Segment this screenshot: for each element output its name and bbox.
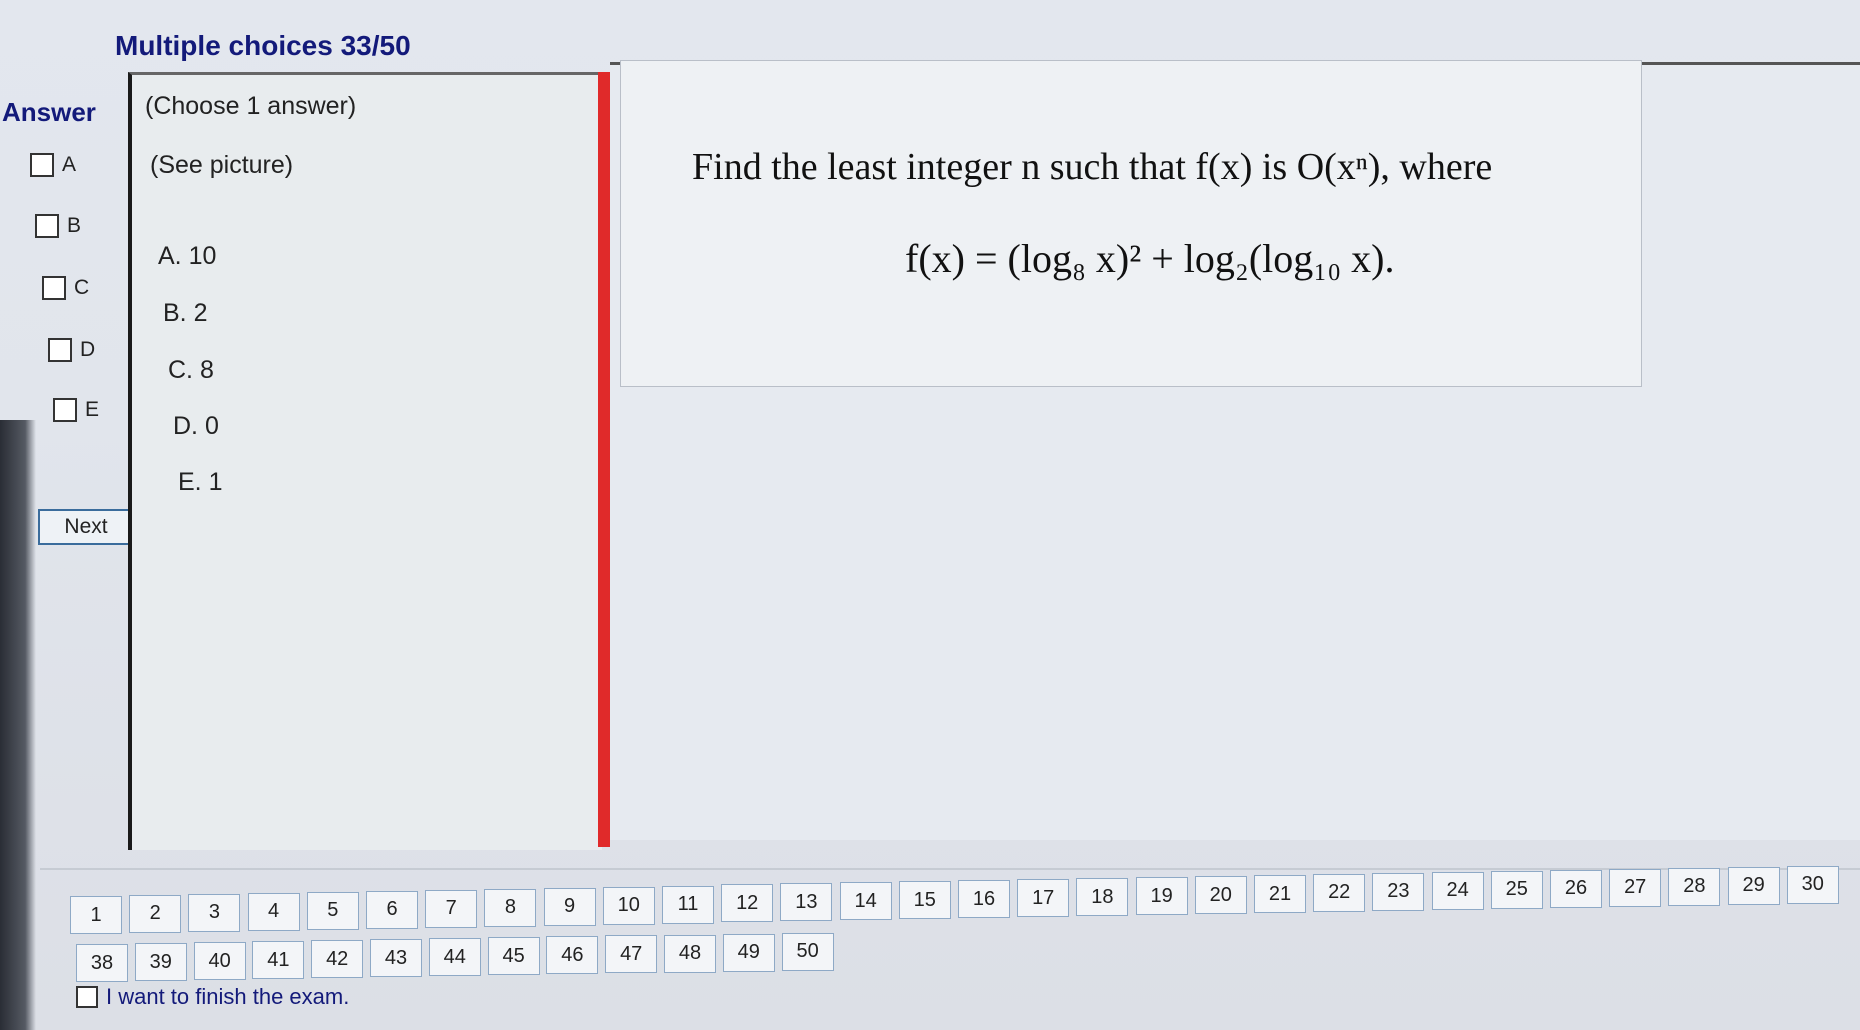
- answer-option-e[interactable]: E: [53, 398, 99, 422]
- choice-b-text: B. 2: [163, 299, 208, 327]
- question-nav-button[interactable]: 11: [662, 885, 714, 924]
- question-picture: [620, 60, 1642, 387]
- question-nav-button[interactable]: 19: [1135, 877, 1188, 916]
- question-nav-button[interactable]: 15: [898, 881, 951, 920]
- question-nav-button[interactable]: 21: [1254, 875, 1306, 913]
- question-nav-button[interactable]: 23: [1372, 872, 1425, 911]
- question-nav-button[interactable]: 43: [370, 939, 422, 978]
- answer-label: Answer: [2, 97, 96, 127]
- question-nav-button[interactable]: 28: [1668, 867, 1721, 906]
- question-formula: f(x) = (log₈ x)² + log₂(log₁₀ x).: [905, 236, 1395, 281]
- question-nav-button[interactable]: 30: [1786, 865, 1839, 904]
- checkbox-icon[interactable]: [48, 338, 72, 362]
- question-nav-button[interactable]: 4: [247, 892, 300, 931]
- question-nav-button[interactable]: 14: [839, 882, 892, 921]
- checkbox-icon[interactable]: [35, 214, 59, 238]
- next-button[interactable]: Next: [38, 509, 134, 545]
- checkbox-icon[interactable]: [42, 276, 66, 300]
- question-nav-button[interactable]: 41: [252, 941, 305, 980]
- question-nav-button[interactable]: 50: [781, 932, 834, 971]
- panel-divider[interactable]: [598, 72, 610, 847]
- question-nav-button[interactable]: 25: [1490, 870, 1543, 909]
- question-nav-button[interactable]: 49: [722, 933, 775, 972]
- question-nav-button[interactable]: 22: [1313, 873, 1366, 912]
- choices-panel: [128, 72, 602, 850]
- question-nav-button[interactable]: 5: [306, 891, 359, 930]
- question-nav-button[interactable]: 6: [366, 890, 418, 929]
- question-nav-button[interactable]: 44: [428, 938, 481, 977]
- monitor-bezel: [0, 420, 36, 1030]
- answer-option-a[interactable]: A: [30, 153, 76, 177]
- question-nav-button[interactable]: 8: [484, 888, 537, 927]
- question-nav-button[interactable]: 20: [1194, 876, 1247, 915]
- question-nav-button[interactable]: 45: [487, 937, 540, 976]
- question-nav-button[interactable]: 2: [129, 894, 182, 933]
- answer-option-label: A: [62, 153, 77, 176]
- checkbox-icon[interactable]: [30, 153, 54, 177]
- question-nav-button[interactable]: 1: [70, 896, 122, 934]
- question-nav-button[interactable]: 24: [1431, 871, 1484, 910]
- checkbox-icon[interactable]: [53, 398, 77, 422]
- question-nav-button[interactable]: 12: [721, 884, 774, 923]
- question-text: Find the least integer n such that f(x) …: [692, 146, 1493, 188]
- question-nav-button[interactable]: 13: [780, 883, 833, 922]
- question-nav-button[interactable]: 39: [134, 943, 187, 982]
- question-nav-button[interactable]: 16: [958, 880, 1010, 919]
- question-nav-button[interactable]: 26: [1550, 869, 1602, 908]
- question-nav-button[interactable]: 29: [1727, 866, 1780, 905]
- question-nav-button[interactable]: 3: [188, 893, 241, 932]
- see-picture-text: (See picture): [150, 151, 294, 179]
- question-nav-button[interactable]: 46: [546, 936, 599, 975]
- question-nav-button[interactable]: 38: [76, 944, 128, 982]
- question-nav-button[interactable]: 48: [664, 934, 716, 973]
- answer-option-label: E: [85, 398, 100, 421]
- finish-exam-label: I want to finish the exam.: [106, 984, 350, 1009]
- choice-d-text: D. 0: [173, 412, 219, 440]
- choice-c-text: C. 8: [168, 356, 214, 384]
- question-nav-button[interactable]: 18: [1076, 878, 1129, 917]
- question-nav-button[interactable]: 42: [311, 940, 364, 979]
- answer-option-label: D: [80, 338, 96, 361]
- checkbox-icon[interactable]: [76, 986, 98, 1008]
- question-nav-button[interactable]: 7: [425, 889, 478, 928]
- instruction-text: (Choose 1 answer): [145, 92, 357, 120]
- answer-option-label: C: [74, 276, 90, 299]
- page-title: Multiple choices 33/50: [115, 30, 411, 61]
- answer-option-label: B: [67, 214, 82, 237]
- choice-a-text: A. 10: [158, 242, 217, 270]
- question-nav-button[interactable]: 47: [605, 935, 658, 974]
- answer-option-d[interactable]: D: [48, 338, 95, 362]
- answer-option-c[interactable]: C: [42, 276, 89, 300]
- exam-page: Multiple choices 33/50 Answer A B C D E …: [0, 0, 1860, 1030]
- choice-e-text: E. 1: [178, 468, 223, 496]
- question-nav-button[interactable]: 40: [193, 942, 246, 981]
- question-nav-button[interactable]: 27: [1609, 868, 1662, 907]
- question-nav-button[interactable]: 17: [1017, 879, 1070, 918]
- finish-exam-option[interactable]: I want to finish the exam.: [76, 984, 349, 1010]
- question-nav-button[interactable]: 10: [602, 886, 655, 925]
- answer-option-b[interactable]: B: [35, 214, 81, 238]
- question-nav-button[interactable]: 9: [543, 887, 596, 926]
